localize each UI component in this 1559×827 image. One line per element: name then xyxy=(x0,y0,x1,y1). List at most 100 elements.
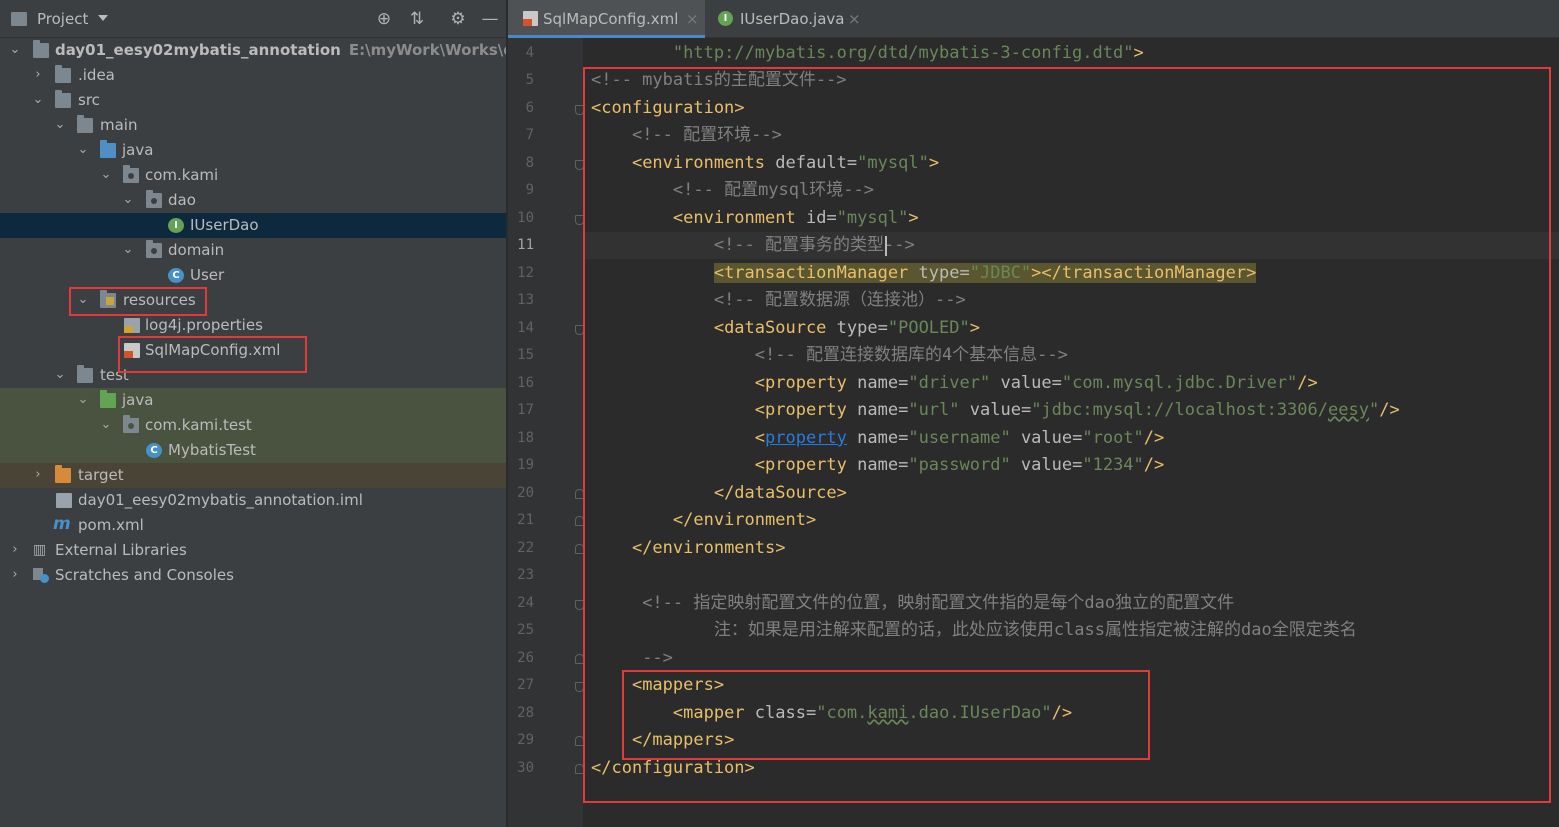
code-line-25: 注：如果是用注解来配置的话，此处应该使用class属性指定被注解的dao全限定类… xyxy=(591,617,1357,644)
fold-marker-icon[interactable] xyxy=(575,654,584,664)
tree-item-log4j[interactable]: log4j.properties xyxy=(0,313,506,338)
tree-item-main[interactable]: ⌄ main xyxy=(0,113,506,138)
interface-icon: I xyxy=(168,218,184,233)
locate-icon[interactable]: ⊕ xyxy=(373,8,395,30)
tree-item-user[interactable]: C User xyxy=(0,263,506,288)
tree-item-label: pom.xml xyxy=(78,516,144,534)
tree-item-test-java[interactable]: ⌄ java xyxy=(0,388,506,413)
tree-item-label: User xyxy=(190,266,225,284)
chevron-down-icon[interactable]: ⌄ xyxy=(99,167,113,183)
line-number: 16 xyxy=(517,375,534,391)
code-token: > xyxy=(928,153,940,173)
interface-icon: I xyxy=(718,11,733,26)
chevron-down-icon[interactable]: ⌄ xyxy=(76,392,90,408)
code-token: = xyxy=(1051,373,1062,393)
folder-icon xyxy=(55,65,71,83)
line-number: 8 xyxy=(525,155,534,171)
collapse-all-icon[interactable]: ⇅ xyxy=(406,8,428,30)
code-link-token[interactable]: property xyxy=(765,428,847,448)
code-token: <dataSource xyxy=(713,318,827,338)
code-token: <transactionManager xyxy=(713,263,909,283)
gear-icon[interactable]: ⚙ xyxy=(447,8,469,30)
chevron-down-icon[interactable]: ⌄ xyxy=(121,242,135,258)
project-panel-title[interactable]: Project xyxy=(37,10,88,28)
tree-item-java[interactable]: ⌄ java xyxy=(0,138,506,163)
tab-sqlmapconfig[interactable]: SqlMapConfig.xml × xyxy=(508,0,705,38)
close-icon[interactable]: × xyxy=(686,10,699,28)
tree-item-com-kami[interactable]: ⌄ com.kami xyxy=(0,163,506,188)
code-token: > xyxy=(908,208,919,228)
code-token: <property xyxy=(754,400,847,420)
chevron-down-icon[interactable] xyxy=(98,15,108,21)
fold-marker-icon[interactable] xyxy=(575,544,584,554)
tree-item-idea[interactable]: › .idea xyxy=(0,63,506,88)
close-icon[interactable]: × xyxy=(848,10,861,28)
code-token: eesy xyxy=(1328,400,1369,420)
minimize-icon[interactable]: — xyxy=(479,8,501,30)
chevron-down-icon[interactable]: ⌄ xyxy=(53,117,67,133)
fold-marker-icon[interactable] xyxy=(575,489,584,499)
tree-item-label: com.kami xyxy=(145,166,219,184)
fold-marker-icon[interactable] xyxy=(575,600,584,610)
code-token: value xyxy=(1010,455,1073,475)
tree-item-scratches[interactable]: › Scratches and Consoles xyxy=(0,563,506,588)
code-token: id xyxy=(795,208,827,228)
tree-item-target[interactable]: › target xyxy=(0,463,506,488)
tree-item-label: domain xyxy=(168,241,225,259)
tree-item-test[interactable]: ⌄ test xyxy=(0,363,506,388)
code-token: "http://mybatis.org/dtd/mybatis-3-config… xyxy=(672,43,1134,63)
chevron-right-icon[interactable]: › xyxy=(31,67,45,83)
tree-item-sqlmapconfig[interactable]: SqlMapConfig.xml xyxy=(0,338,506,363)
chevron-down-icon[interactable]: ⌄ xyxy=(76,292,90,308)
tree-item-domain[interactable]: ⌄ domain xyxy=(0,238,506,263)
code-token: " xyxy=(1368,400,1380,420)
tree-item-com-kami-test[interactable]: ⌄ com.kami.test xyxy=(0,413,506,438)
maven-icon: m xyxy=(53,514,71,534)
tree-item-iuserdao[interactable]: I IUserDao xyxy=(0,213,506,238)
fold-marker-icon[interactable] xyxy=(575,516,584,526)
code-comment: <!-- 配置连接数据库的4个基本信息--> xyxy=(754,345,1068,365)
code-line-4: "http://mybatis.org/dtd/mybatis-3-config… xyxy=(591,40,1144,67)
code-line-28: <mapper class="com.kami.dao.IUserDao"/> xyxy=(591,700,1072,727)
code-token: <mappers> xyxy=(631,675,725,695)
chevron-right-icon[interactable]: › xyxy=(31,467,45,483)
code-token: type xyxy=(826,318,878,338)
chevron-down-icon[interactable]: ⌄ xyxy=(31,92,45,108)
chevron-down-icon[interactable]: ⌄ xyxy=(53,367,67,383)
chevron-down-icon[interactable]: ⌄ xyxy=(121,192,135,208)
code-line-17: <property name="url" value="jdbc:mysql:/… xyxy=(591,397,1400,424)
chevron-down-icon[interactable]: ⌄ xyxy=(8,42,22,58)
tree-item-label: target xyxy=(78,466,124,484)
line-number: 18 xyxy=(517,430,534,446)
text-cursor xyxy=(885,236,887,256)
tree-item-src[interactable]: ⌄ src xyxy=(0,88,506,113)
chevron-down-icon[interactable]: ⌄ xyxy=(76,142,90,158)
xml-file-icon xyxy=(523,11,538,26)
tree-item-iml[interactable]: day01_eesy02mybatis_annotation.iml xyxy=(0,488,506,513)
line-number: 9 xyxy=(525,182,534,198)
fold-marker-icon[interactable] xyxy=(575,325,584,335)
tree-item-external-libraries[interactable]: › ▥ External Libraries xyxy=(0,538,506,563)
fold-marker-icon[interactable] xyxy=(575,764,584,774)
fold-marker-icon[interactable] xyxy=(575,215,584,225)
fold-marker-icon[interactable] xyxy=(575,160,584,170)
code-token: </environment> xyxy=(672,510,817,530)
tab-iuserdao[interactable]: I IUserDao.java × xyxy=(705,0,865,38)
code-token: "1234" xyxy=(1082,455,1144,475)
code-token: value xyxy=(990,373,1052,393)
chevron-right-icon[interactable]: › xyxy=(8,542,22,558)
fold-marker-icon[interactable] xyxy=(575,682,584,692)
tree-item-pom[interactable]: m pom.xml xyxy=(0,513,506,538)
folder-icon xyxy=(77,365,93,383)
fold-marker-icon[interactable] xyxy=(575,736,584,746)
tree-item-mybatistest[interactable]: C MybatisTest xyxy=(0,438,506,463)
chevron-down-icon[interactable]: ⌄ xyxy=(99,417,113,433)
code-line-10: <environment id="mysql"> xyxy=(591,205,919,232)
tree-item-resources[interactable]: ⌄ resources xyxy=(0,288,506,313)
tree-item-root[interactable]: ⌄ day01_eesy02mybatis_annotation E:\myWor… xyxy=(0,38,506,63)
fold-marker-icon[interactable] xyxy=(575,105,584,115)
tree-item-dao[interactable]: ⌄ dao xyxy=(0,188,506,213)
folder-icon xyxy=(55,90,71,108)
chevron-right-icon[interactable]: › xyxy=(8,567,22,583)
code-comment: --> xyxy=(642,648,673,668)
